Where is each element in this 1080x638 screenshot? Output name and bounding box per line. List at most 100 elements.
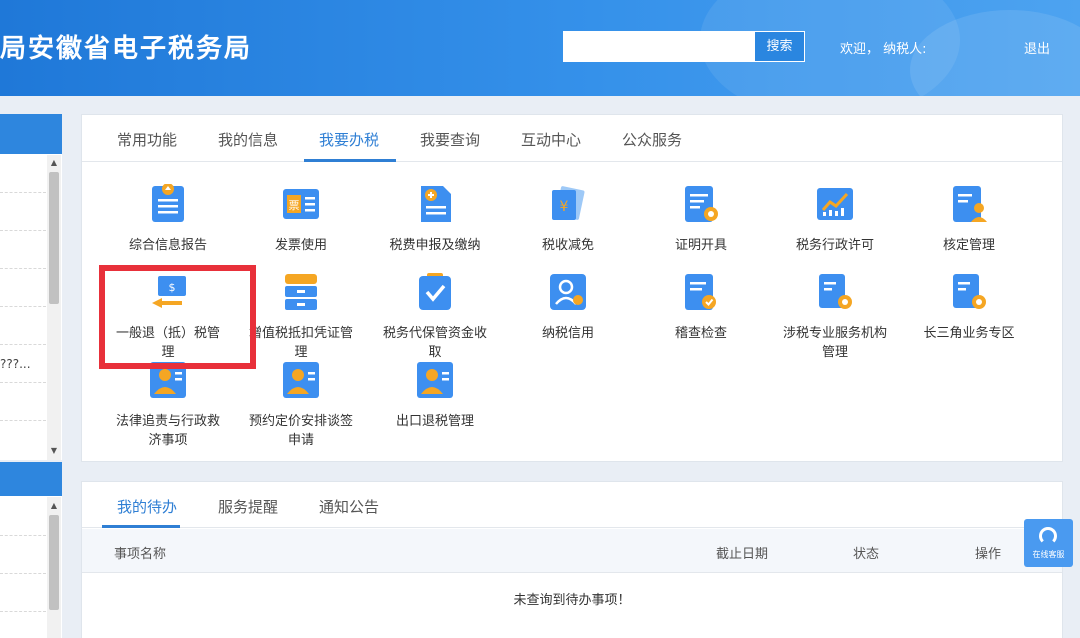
tab-my-todo[interactable]: 我的待办 [117, 496, 177, 517]
service-vat-deduction[interactable]: 增值税抵扣凭证管 理 [236, 272, 366, 362]
service-inspection[interactable]: 稽查检查 [636, 272, 766, 343]
active-tab-indicator [102, 525, 180, 528]
service-agency-management[interactable]: 涉税专业服务机构 管理 [770, 272, 900, 362]
admin-license-icon [817, 188, 853, 220]
list-divider [0, 192, 46, 193]
service-tax-relief[interactable]: ¥ 税收减免 [503, 184, 633, 255]
list-divider [0, 268, 46, 269]
service-pricing-arrangement[interactable]: 预约定价安排谈签 申请 [236, 360, 366, 450]
tax-credit-icon [550, 274, 586, 310]
service-label: 出口退税管理 [395, 414, 474, 429]
left-scrollbar-thumb[interactable] [49, 172, 59, 304]
scroll-up-icon[interactable]: ▲ [49, 501, 59, 511]
tax-relief-icon: ¥ [552, 186, 585, 220]
logout-button[interactable]: 退出 [1024, 38, 1050, 57]
service-label: 增值税抵扣凭证管 理 [248, 326, 353, 360]
tab-public-service[interactable]: 公众服务 [622, 129, 682, 150]
active-tab-indicator [304, 159, 396, 162]
tab-common-functions[interactable]: 常用功能 [117, 129, 177, 150]
service-label: 综合信息报告 [128, 238, 207, 253]
service-label: 法律追责与行政救 济事项 [115, 414, 220, 448]
tax-declare-icon [421, 186, 451, 222]
legal-remedy-icon [150, 362, 186, 398]
service-label: 税务代保管资金收 取 [382, 326, 487, 360]
site-title: 局安徽省电子税务局 [0, 34, 253, 64]
service-admin-license[interactable]: 税务行政许可 [770, 184, 900, 255]
list-divider [0, 573, 46, 574]
service-yangtze-delta[interactable]: 长三角业务专区 [904, 272, 1034, 343]
service-label: 核定管理 [942, 238, 995, 253]
column-header-name: 事项名称 [114, 547, 167, 562]
list-divider [0, 420, 46, 421]
tab-query[interactable]: 我要查询 [420, 129, 480, 150]
todo-panel: 我的待办 服务提醒 通知公告 事项名称 截止日期 状态 操作 未查询到待办事项！ [81, 481, 1063, 638]
service-report[interactable]: 综合信息报告 [103, 183, 233, 255]
service-certificate[interactable]: 证明开具 [636, 184, 766, 255]
fund-custody-icon [419, 273, 451, 310]
tab-my-info[interactable]: 我的信息 [218, 129, 278, 150]
svg-text:$: $ [169, 281, 176, 294]
service-label: 税务行政许可 [795, 238, 874, 253]
service-label: 预约定价安排谈签 申请 [248, 414, 353, 448]
certificate-icon [685, 186, 718, 222]
service-tax-declare[interactable]: 税费申报及缴纳 [370, 184, 500, 255]
tab-handle-tax[interactable]: 我要办税 [319, 129, 379, 150]
tab-service-reminder[interactable]: 服务提醒 [218, 496, 278, 517]
service-invoice[interactable]: 票 发票使用 [236, 184, 366, 255]
report-upload-icon [152, 183, 184, 222]
agency-management-icon [819, 274, 852, 309]
headset-icon [1039, 527, 1057, 545]
service-label: 税收减免 [541, 238, 594, 253]
service-label: 一般退（抵）税管 理 [115, 326, 220, 360]
left-panel-header [0, 114, 62, 154]
service-label: 发票使用 [274, 238, 327, 253]
svg-text:¥: ¥ [560, 199, 569, 215]
empty-message: 未查询到待办事项！ [513, 593, 631, 608]
yangtze-delta-icon [953, 274, 986, 309]
inspection-icon [685, 274, 716, 310]
search-input[interactable] [563, 31, 754, 62]
tab-interaction-center[interactable]: 互动中心 [521, 129, 581, 150]
main-tabs: 常用功能 我的信息 我要办税 我要查询 互动中心 公众服务 [82, 115, 1062, 162]
online-service-button[interactable]: 在线客服 [1024, 519, 1073, 567]
tab-notice[interactable]: 通知公告 [319, 496, 379, 517]
sidebar-list-item[interactable]: ???... [0, 357, 31, 371]
list-divider [0, 344, 46, 345]
list-divider [0, 306, 46, 307]
scroll-down-icon[interactable]: ▼ [49, 446, 59, 456]
top-header: 局安徽省电子税务局 搜索 欢迎， 纳税人: 退出 [0, 0, 1080, 96]
service-tax-refund[interactable]: $ 一般退（抵）税管 理 [103, 272, 233, 362]
left-panel-header [0, 462, 62, 496]
search-button[interactable]: 搜索 [754, 31, 805, 62]
online-service-label: 在线客服 [1032, 550, 1065, 559]
svg-text:票: 票 [289, 199, 300, 212]
scroll-up-icon[interactable]: ▲ [49, 158, 59, 168]
service-label: 证明开具 [674, 238, 727, 253]
service-label: 纳税信用 [541, 326, 594, 341]
export-refund-icon [417, 362, 453, 398]
invoice-icon: 票 [283, 189, 319, 219]
list-divider [0, 611, 46, 612]
left-scrollbar-thumb[interactable] [49, 515, 59, 610]
vat-deduction-icon [285, 274, 317, 310]
approval-management-icon [953, 186, 987, 222]
tax-refund-icon: $ [152, 276, 186, 308]
service-label: 税费申报及缴纳 [389, 238, 481, 253]
list-divider [0, 230, 46, 231]
service-legal-remedy[interactable]: 法律追责与行政救 济事项 [103, 360, 233, 450]
list-divider [0, 535, 46, 536]
service-export-refund[interactable]: 出口退税管理 [370, 360, 500, 431]
todo-tabs: 我的待办 服务提醒 通知公告 [82, 482, 1062, 528]
service-label: 涉税专业服务机构 管理 [782, 326, 887, 360]
column-header-status: 状态 [853, 547, 880, 562]
welcome-text: 欢迎， 纳税人: [840, 42, 927, 57]
column-header-deadline: 截止日期 [716, 547, 769, 562]
service-fund-custody[interactable]: 税务代保管资金收 取 [370, 272, 500, 362]
service-tax-credit[interactable]: 纳税信用 [503, 272, 633, 343]
pricing-arrangement-icon [283, 362, 319, 398]
table-header: 事项名称 截止日期 状态 操作 [82, 529, 1062, 573]
service-approval-management[interactable]: 核定管理 [904, 184, 1034, 255]
service-label: 长三角业务专区 [923, 326, 1015, 341]
service-label: 稽查检查 [674, 326, 727, 341]
column-header-action: 操作 [975, 547, 1002, 562]
